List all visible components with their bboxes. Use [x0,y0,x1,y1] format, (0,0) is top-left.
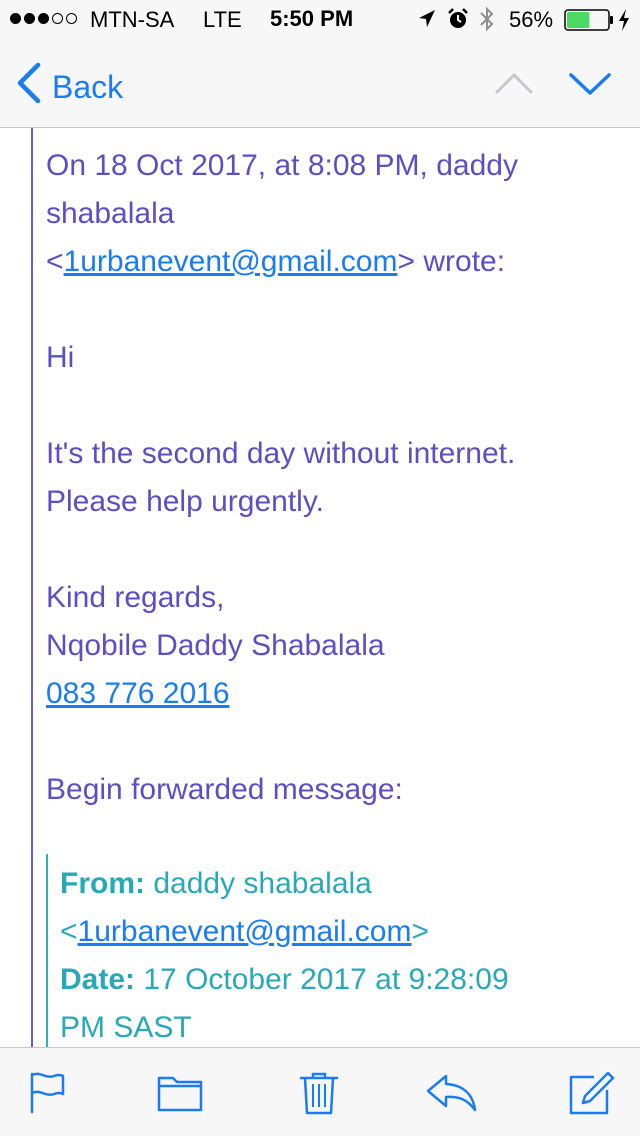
compose-icon [568,1071,616,1120]
body-text-line: Please help urgently. [46,485,324,518]
mail-message-screen: MTN-SA LTE 5:50 PM 56% Back On 18 Oct 20… [0,0,640,1136]
forward-date-line: Date: 17 October 2017 at 9:28:09 [60,956,620,1004]
bottom-toolbar [0,1047,640,1136]
forward-date-tz: PM SAST [60,1011,192,1044]
from-label: From: [60,867,145,900]
charging-bolt-icon [617,8,631,38]
battery-percentage: 56% [509,7,554,32]
battery-icon [564,9,614,37]
flag-button[interactable] [26,1070,70,1119]
date-value: 17 October 2017 at 9:28:09 [143,963,509,996]
reply-header-suffix: > wrote: [397,245,506,278]
sender-email-link[interactable]: 1urbanevent@gmail.com [64,245,398,278]
angle-bracket: < [46,245,64,278]
greeting-text: Hi [46,341,75,374]
navigation-bar: Back [0,40,640,128]
alarm-clock-icon [447,7,469,37]
quoted-message-text: On 18 Oct 2017, at 8:08 PM, daddy shabal… [46,142,626,814]
signal-strength-icon [10,13,77,24]
body-text-line: It's the second day without internet. [46,437,516,470]
previous-message-button[interactable] [494,70,534,101]
signal-dot [52,13,63,24]
network-type: LTE [203,7,242,32]
trash-icon [298,1072,340,1120]
chevron-left-icon [16,62,42,112]
next-message-button[interactable] [568,70,612,103]
reply-header-line: <1urbanevent@gmail.com> wrote: [46,238,626,286]
back-button[interactable]: Back [16,62,123,112]
quoted-message: On 18 Oct 2017, at 8:08 PM, daddy shabal… [31,128,631,1047]
signal-dot [38,13,49,24]
signal-dot [66,13,77,24]
forwarded-headers: From: daddy shabalala <1urbanevent@gmail… [60,860,620,1047]
move-to-folder-button[interactable] [156,1070,204,1119]
delete-button[interactable] [298,1070,340,1121]
chevron-up-icon [494,73,534,100]
reply-header-line: shabalala [46,197,175,230]
reply-icon [424,1074,478,1118]
forward-from-line: From: daddy shabalala [60,860,620,908]
chevron-down-icon [568,73,612,102]
message-body[interactable]: On 18 Oct 2017, at 8:08 PM, daddy shabal… [0,128,640,1047]
status-bar: MTN-SA LTE 5:50 PM 56% [0,0,640,40]
angle-bracket: > [411,915,430,948]
back-button-label: Back [52,68,124,105]
reply-button[interactable] [424,1070,478,1119]
folder-icon [156,1076,204,1118]
angle-bracket: < [60,915,78,948]
compose-button[interactable] [568,1070,616,1121]
forward-intro-text: Begin forwarded message: [46,773,403,806]
signal-dot [24,13,35,24]
phone-number-link[interactable]: 083 776 2016 [46,677,230,710]
status-time: 5:50 PM [270,6,354,31]
location-arrow-icon [417,8,437,36]
forward-email-link[interactable]: 1urbanevent@gmail.com [78,915,412,948]
date-label: Date: [60,963,136,996]
signoff-text: Kind regards, [46,581,225,614]
flag-icon [26,1072,70,1118]
bluetooth-icon [478,6,496,38]
reply-header-line: On 18 Oct 2017, at 8:08 PM, daddy [46,149,518,182]
sender-name: Nqobile Daddy Shabalala [46,629,385,662]
signal-dot [10,13,21,24]
forwarded-message: From: daddy shabalala <1urbanevent@gmail… [46,854,616,1047]
forward-from-email-line: <1urbanevent@gmail.com> [60,908,620,956]
from-name: daddy shabalala [153,867,372,900]
carrier-name: MTN-SA [90,7,175,32]
phone-line: 083 776 2016 [46,670,626,718]
